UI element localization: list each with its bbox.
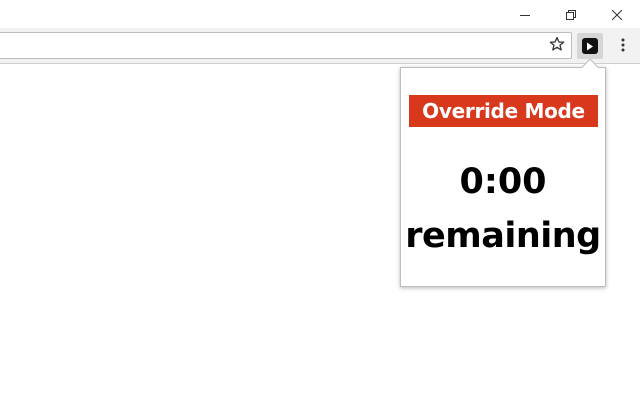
- kebab-menu-icon: [621, 37, 625, 56]
- override-mode-banner: Override Mode: [409, 95, 598, 127]
- title-bar: [0, 0, 640, 28]
- extension-popup: Override Mode 0:00 remaining: [400, 67, 606, 287]
- close-button[interactable]: [594, 0, 640, 28]
- star-icon: [549, 36, 565, 56]
- minimize-button[interactable]: [502, 0, 548, 28]
- remaining-label: remaining: [405, 216, 601, 256]
- minimize-icon: [520, 5, 530, 24]
- time-remaining: 0:00: [459, 162, 547, 202]
- close-icon: [611, 5, 623, 24]
- browser-toolbar: [0, 28, 640, 64]
- browser-menu-button[interactable]: [613, 33, 633, 59]
- address-input[interactable]: [3, 36, 537, 57]
- play-icon: [582, 38, 598, 54]
- restore-icon: [566, 5, 576, 24]
- restore-button[interactable]: [548, 0, 594, 28]
- extension-button[interactable]: [577, 33, 603, 59]
- address-bar[interactable]: [0, 32, 572, 59]
- bookmark-button[interactable]: [547, 36, 567, 56]
